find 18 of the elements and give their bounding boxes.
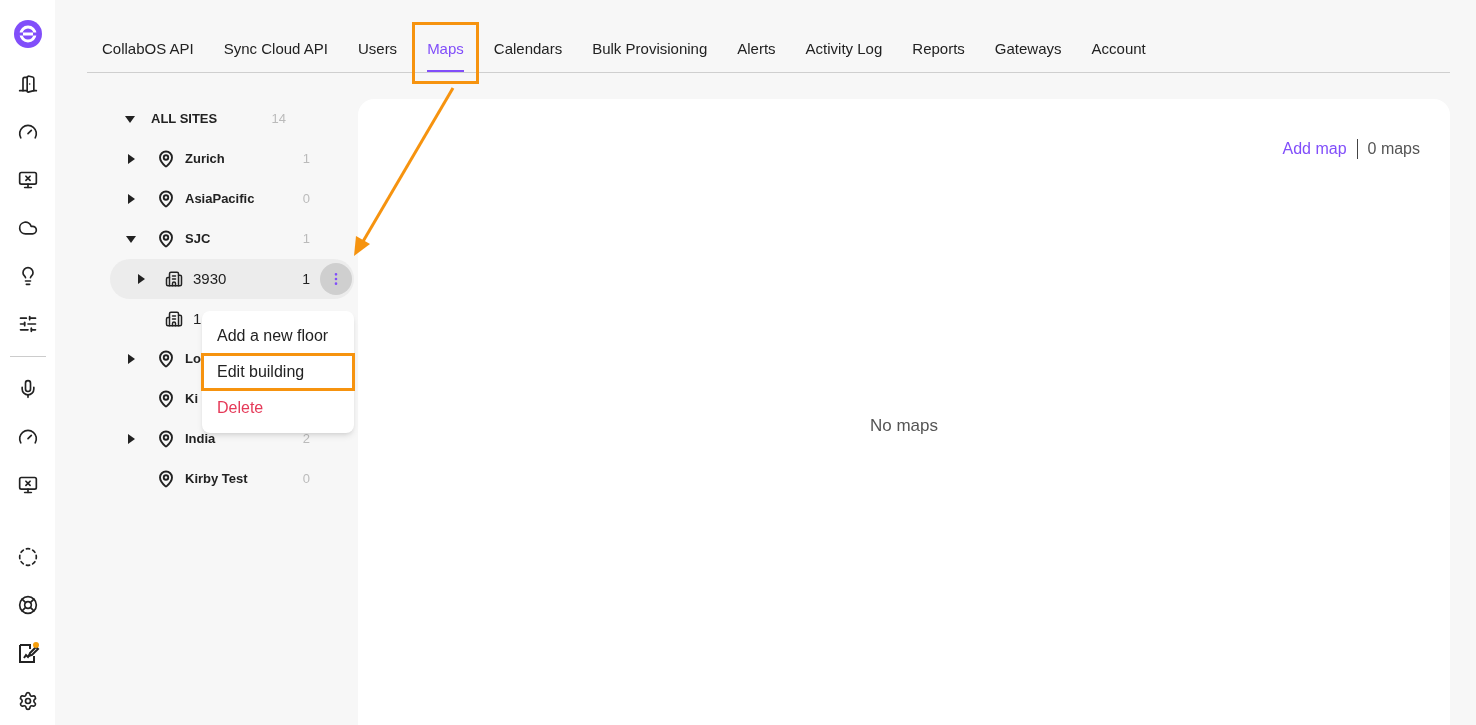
tree-label: Kirby Test — [185, 470, 248, 489]
tree-count: 1 — [301, 230, 310, 249]
tree-label: 1 — [193, 308, 202, 329]
tree-label: 3930 — [193, 268, 227, 289]
tree-count: 2 — [301, 430, 310, 449]
tree-label: India — [185, 430, 216, 449]
empty-message: No maps — [870, 415, 938, 437]
tree-count: 0 — [301, 190, 310, 209]
tree-label: Ki — [185, 390, 198, 409]
tree-count: 1 — [301, 150, 310, 169]
tree-label: SJC — [185, 230, 211, 249]
tree-count: 1 — [301, 269, 310, 289]
tree-label: AsiaPacific — [185, 190, 255, 209]
tree-count: 14 — [271, 110, 286, 129]
tree-count: 0 — [301, 470, 310, 489]
tree-label: Lo — [185, 350, 201, 369]
tree-label: Zurich — [185, 150, 225, 169]
map-count: 0 maps — [1367, 139, 1420, 159]
